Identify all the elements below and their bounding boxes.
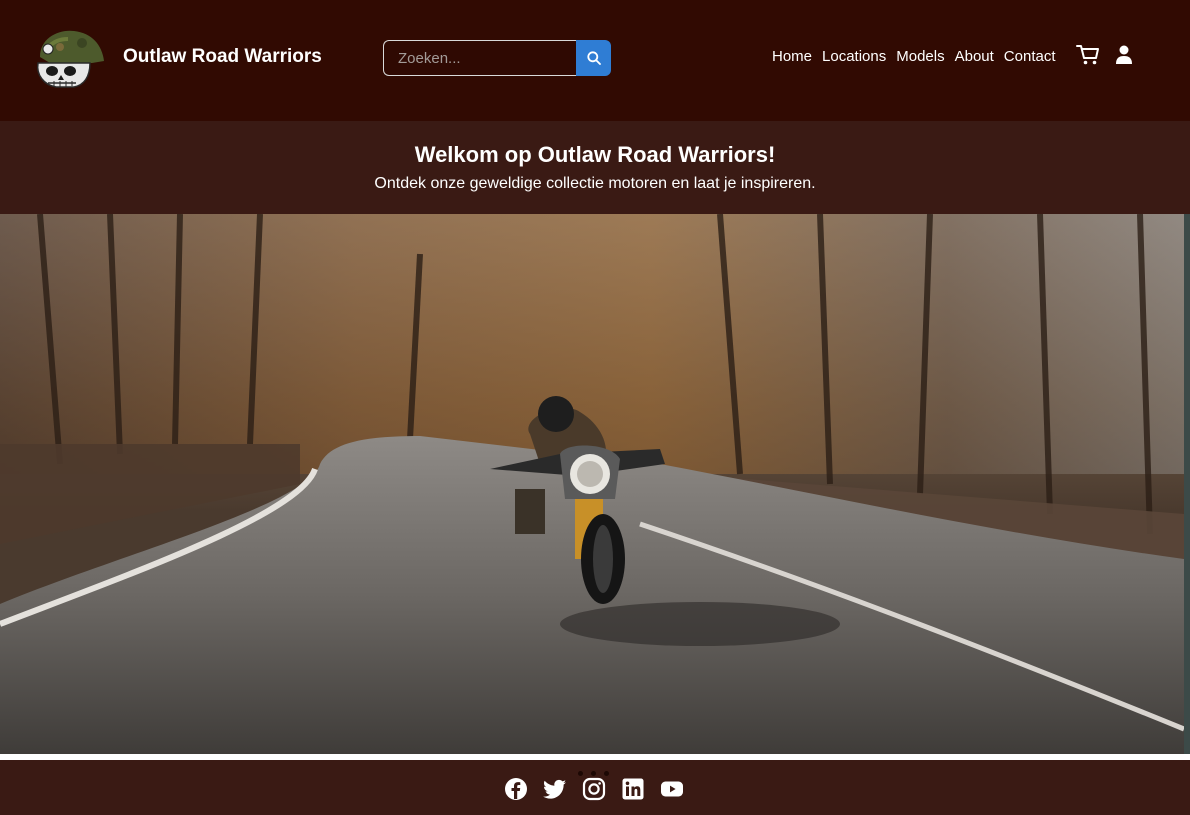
- youtube-icon[interactable]: [660, 777, 684, 801]
- site-header: Outlaw Road Warriors Home Locations Mode…: [0, 0, 1190, 121]
- hero-carousel[interactable]: [0, 214, 1184, 754]
- welcome-subtitle: Ontdek onze geweldige collectie motoren …: [374, 175, 816, 192]
- skull-helmet-logo[interactable]: [30, 27, 108, 89]
- welcome-title: Welkom op Outlaw Road Warriors!: [414, 142, 776, 167]
- main-nav: Home Locations Models About Contact: [772, 47, 1056, 67]
- cart-icon[interactable]: [1076, 44, 1100, 66]
- brand-name[interactable]: Outlaw Road Warriors: [123, 46, 322, 68]
- search-bar: [383, 40, 611, 76]
- nav-about-link[interactable]: About: [955, 47, 994, 67]
- hero-edge-next-slide: [1184, 214, 1190, 754]
- welcome-banner: Welkom op Outlaw Road Warriors! Ontdek o…: [0, 121, 1190, 214]
- site-footer: [0, 760, 1190, 815]
- carousel-indicator-2[interactable]: [591, 771, 596, 776]
- nav-home-link[interactable]: Home: [772, 47, 812, 67]
- nav-contact-link[interactable]: Contact: [1004, 47, 1056, 67]
- social-links: [504, 777, 684, 801]
- instagram-icon[interactable]: [582, 777, 606, 801]
- carousel-indicator-1[interactable]: [578, 771, 583, 776]
- twitter-icon[interactable]: [543, 777, 567, 801]
- facebook-icon[interactable]: [504, 777, 528, 801]
- search-input[interactable]: [383, 40, 577, 76]
- nav-locations-link[interactable]: Locations: [822, 47, 886, 67]
- carousel-indicators: [578, 771, 617, 776]
- nav-models-link[interactable]: Models: [896, 47, 944, 67]
- user-icon[interactable]: [1115, 45, 1133, 65]
- search-icon: [586, 51, 601, 65]
- search-button[interactable]: [576, 40, 611, 76]
- carousel-indicator-3[interactable]: [604, 771, 609, 776]
- motorcyclist-forest-road-photo: [0, 214, 1184, 754]
- linkedin-icon[interactable]: [621, 777, 645, 801]
